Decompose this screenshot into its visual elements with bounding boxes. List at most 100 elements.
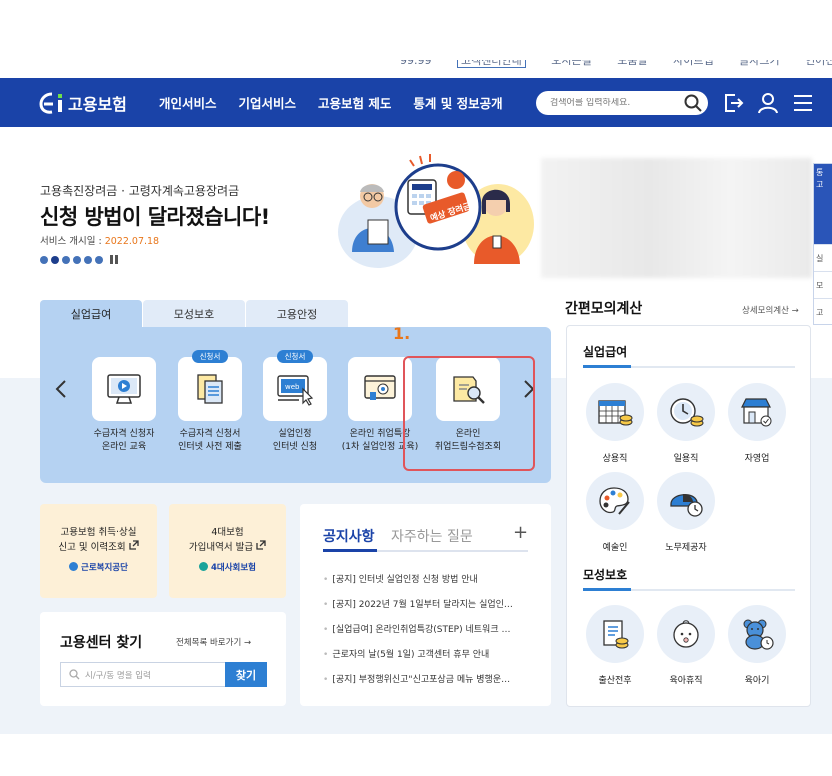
- teddy-clock-icon: [743, 619, 774, 650]
- side-panel-row[interactable]: 모: [814, 271, 832, 298]
- carousel-dot-active[interactable]: [51, 255, 59, 264]
- notice-item[interactable]: • [공지] 2022년 7월 1일부터 달라지는 실업인…: [323, 597, 528, 610]
- service-icon-box: [92, 357, 156, 421]
- service-label: 수급자격 신청서인터넷 사전 제출: [178, 428, 242, 454]
- logout-icon[interactable]: [720, 90, 746, 116]
- web-apply-icon: web: [277, 375, 314, 406]
- calc-item-daily[interactable]: 일용직: [656, 383, 716, 464]
- nav-item-personal[interactable]: 개인서비스: [159, 93, 217, 112]
- main-nav: 개인서비스 기업서비스 고용보험 제도 통계 및 정보공개: [159, 93, 503, 112]
- user-icon[interactable]: [755, 90, 781, 116]
- service-item-unemployment-recognition[interactable]: 신청서 web 실업인정인터넷 신청: [256, 350, 334, 454]
- nav-item-system[interactable]: 고용보험 제도: [318, 93, 391, 112]
- search-icon: [69, 669, 80, 680]
- hero-date-value: 2022.07.18: [104, 236, 160, 247]
- tab-notices[interactable]: 공지사항: [323, 526, 375, 546]
- calc-item-artist[interactable]: 예술인: [585, 472, 645, 553]
- service-icon-box: 신청서: [178, 350, 242, 421]
- utility-item[interactable]: 오시는길: [551, 60, 591, 67]
- online-lecture-icon: [364, 375, 396, 400]
- pause-icon[interactable]: [110, 255, 118, 264]
- utility-item[interactable]: 사이트맵: [673, 60, 713, 67]
- service-label-line2: 인터넷 사전 제출: [178, 442, 242, 452]
- service-item-eligibility-submit[interactable]: 신청서 수급자격 신청서인터넷 사전 제출: [171, 350, 249, 454]
- card-line2: 가입내역서 발급: [169, 540, 286, 555]
- calc-icon-circle: [657, 472, 715, 530]
- hero-illustration: 예상 장려금: [338, 154, 534, 268]
- center-finder: [40, 612, 286, 706]
- side-panel-top[interactable]: 통 고: [814, 164, 832, 244]
- search-input[interactable]: [550, 98, 680, 108]
- notice-item[interactable]: • [공지] 부정행위신고"신고포상금 메뉴 병행운…: [323, 672, 528, 685]
- chevron-left-icon[interactable]: [54, 379, 68, 404]
- utility-item[interactable]: 언어선택: [805, 60, 832, 67]
- calc-label: 출산전후: [598, 676, 632, 686]
- notice-item[interactable]: • 근로자의 날(5월 1일) 고객센터 휴무 안내: [323, 647, 528, 660]
- service-item-online-education[interactable]: 수급자격 신청자 온라인 교육: [85, 357, 163, 454]
- calc-item-regular[interactable]: 상용직: [585, 383, 645, 464]
- helmet-clock-icon: [670, 494, 703, 517]
- service-label-line1: 수급자격 신청서: [179, 429, 241, 439]
- calc-item-self-employed[interactable]: 자영업: [727, 383, 787, 464]
- hero-subtitle: 고용촉진장려금 · 고령자계속고용장려금: [40, 184, 240, 198]
- calc-icon-circle: [657, 605, 715, 663]
- tab-maternity[interactable]: 모성보호: [143, 300, 245, 328]
- carousel-dot[interactable]: [95, 255, 103, 264]
- section-underline: [583, 588, 631, 591]
- nav-item-statistics[interactable]: 통계 및 정보공개: [413, 93, 502, 112]
- plus-icon[interactable]: +: [513, 522, 528, 543]
- center-search-placeholder: 시/구/동 명을 입력: [85, 670, 151, 681]
- calc-item-labor-provider[interactable]: 노무제공자: [656, 472, 716, 553]
- form-badge: 신청서: [277, 350, 313, 363]
- carousel-dot[interactable]: [40, 255, 48, 264]
- carousel-dot[interactable]: [62, 255, 70, 264]
- baby-face-icon: [673, 620, 699, 648]
- utility-item[interactable]: 고객센터안내: [457, 60, 526, 68]
- utility-item[interactable]: 도움말: [617, 60, 647, 67]
- tab-unemployment[interactable]: 실업급여: [40, 300, 142, 328]
- utility-item[interactable]: 글자크기: [739, 60, 779, 67]
- notice-item[interactable]: • [실업급여] 온라인취업특강(STEP) 네트워크 …: [323, 622, 528, 635]
- carousel-dot[interactable]: [84, 255, 92, 264]
- menu-icon[interactable]: [790, 90, 816, 116]
- hero-title[interactable]: 신청 방법이 달라졌습니다!: [40, 201, 270, 231]
- notice-tab-underline: [323, 549, 377, 552]
- side-panel-row[interactable]: 실: [814, 244, 832, 271]
- calc-icon-circle: [728, 605, 786, 663]
- carousel-dot[interactable]: [73, 255, 81, 264]
- center-list-link[interactable]: 전체목록 바로가기 →: [176, 636, 251, 648]
- site-logo[interactable]: 고용보험: [38, 89, 127, 117]
- header-search: [536, 91, 708, 115]
- calc-item-childbirth[interactable]: 출산전후: [585, 605, 645, 686]
- tab-faq[interactable]: 자주하는 질문: [391, 526, 473, 546]
- calc-item-parental-leave[interactable]: 육아휴직: [656, 605, 716, 686]
- side-panel-row[interactable]: 고: [814, 298, 832, 325]
- service-label: 실업인정인터넷 신청: [273, 428, 317, 454]
- form-badge: 신청서: [192, 350, 228, 363]
- detailed-calc-link[interactable]: 상세모의계산 →: [742, 304, 799, 316]
- service-label-line1: 실업인정: [278, 429, 312, 439]
- kcomwel-logo-icon: [69, 562, 79, 571]
- service-label-line2: 인터넷 신청: [272, 442, 318, 452]
- center-search-button[interactable]: 찾기: [225, 662, 267, 687]
- side-quick-panel: 통 고 실 모 고: [813, 163, 832, 325]
- notice-item[interactable]: • [공지] 인터넷 실업인정 신청 방법 안내: [323, 572, 528, 585]
- card-insurance-history[interactable]: 고용보험 취득·상실 신고 및 이력조회 근로복지공단: [40, 504, 157, 598]
- card-org: 4대사회보험: [169, 561, 286, 576]
- service-label-line1: 온라인 취업특강: [349, 429, 411, 439]
- calc-label: 자영업: [744, 454, 770, 464]
- document-coins-icon: [603, 620, 629, 649]
- calc-item-childcare[interactable]: 육아기: [727, 605, 787, 686]
- arrow-right-icon: →: [243, 638, 252, 648]
- calculator-title: 간편모의계산: [565, 301, 643, 317]
- search-icon[interactable]: [684, 94, 702, 112]
- calc-section-maternity: 모성보호: [583, 568, 628, 582]
- calendar-coins-icon: [598, 400, 633, 426]
- utility-item[interactable]: 99.99: [400, 60, 432, 67]
- card-four-insurance[interactable]: 4대보험 가입내역서 발급 4대사회보험: [169, 504, 286, 598]
- nav-item-business[interactable]: 기업서비스: [239, 93, 297, 112]
- center-search-input[interactable]: 시/구/동 명을 입력: [60, 662, 226, 687]
- palette-icon: [599, 487, 630, 515]
- tab-employment-stability[interactable]: 고용안정: [246, 300, 348, 328]
- hero-date: 서비스 개시일 : 2022.07.18: [40, 233, 159, 247]
